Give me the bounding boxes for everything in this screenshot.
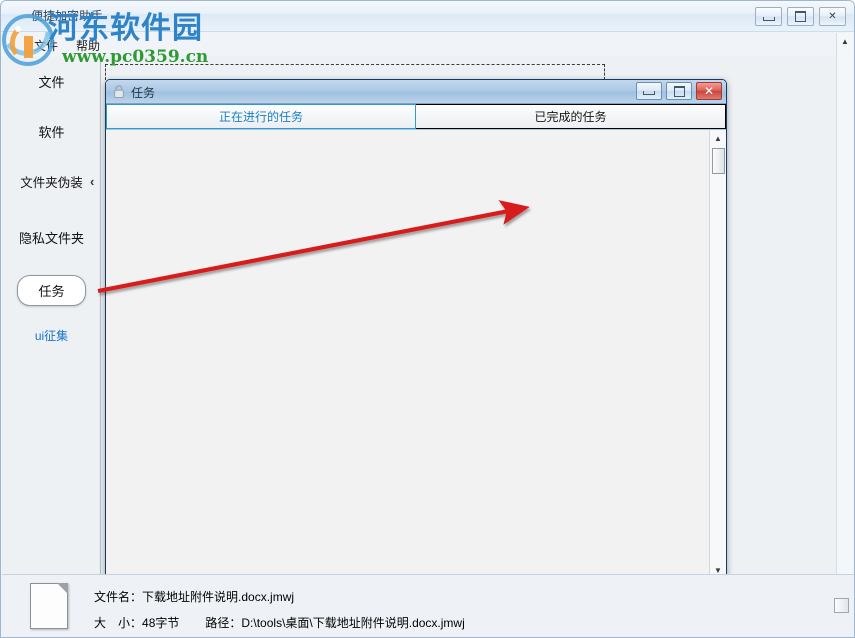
menu-bar: 文件 帮助 [1,32,855,56]
file-name-row: 文件名：下载地址附件说明.docx.jmwj [94,588,294,605]
sidebar-item-label: 隐私文件夹 [19,231,84,246]
sidebar-item-private-folder[interactable]: 隐私文件夹 [2,228,101,247]
sidebar-item-label: 任务 [17,275,85,306]
sidebar-item-tasks[interactable]: 任务 [2,275,101,306]
file-meta-row: 大 小：48字节 路径：D:\tools\桌面\下载地址附件说明.docx.jmw… [94,614,465,631]
minimize-icon [637,83,661,99]
document-icon [30,583,68,629]
tab-completed[interactable]: 已完成的任务 [416,104,726,129]
sidebar-item-label: ui征集 [35,329,68,343]
scroll-up-icon[interactable]: ▲ [710,130,726,147]
window-controls: ✕ [755,7,846,26]
file-size-label: 大 小： [94,616,142,630]
dialog-window-controls: ✕ [636,82,722,100]
sidebar: 文件 软件 文件夹伪装 隐私文件夹 任务 ui征集 ‹ [2,57,101,575]
sidebar-item-file[interactable]: 文件 [2,72,101,91]
tab-label: 正在进行的任务 [219,108,303,125]
sidebar-item-ui-collection[interactable]: ui征集 [2,327,101,344]
tab-in-progress[interactable]: 正在进行的任务 [106,104,416,129]
dialog-maximize-button[interactable] [666,82,692,100]
lock-icon [113,85,125,98]
sidebar-item-label: 文件 [38,75,64,90]
file-name-label: 文件名： [94,590,142,604]
file-size-value: 48字节 [142,616,179,630]
task-dialog: 任务 ✕ 正在进行的任务 已完成的任务 [105,79,727,579]
sidebar-item-software[interactable]: 软件 [2,122,101,141]
dialog-tabs: 正在进行的任务 已完成的任务 [106,104,726,129]
chevron-left-icon: ‹ [90,174,94,189]
close-icon: ✕ [697,83,721,99]
dialog-close-button[interactable]: ✕ [696,82,722,100]
dialog-scrollbar[interactable]: ▲ ▼ [709,130,726,579]
scroll-up-icon[interactable]: ▲ [837,33,853,50]
minimize-icon [756,8,781,25]
sidebar-item-label: 软件 [38,125,64,140]
title-bar: 便捷加密助手 ✕ [1,1,855,32]
maximize-icon [667,83,691,99]
main-scrollbar[interactable]: ▲ ▼ [836,33,853,638]
file-path-value: D:\tools\桌面\下载地址附件说明.docx.jmwj [241,616,464,630]
sidebar-item-folder-disguise[interactable]: 文件夹伪装 [2,172,101,191]
application-window: 便捷加密助手 ✕ 文件 帮助 文件 软件 文件夹伪装 隐私文件夹 [0,0,855,638]
status-bar: 文件名：下载地址附件说明.docx.jmwj 大 小：48字节 路径：D:\too… [2,574,855,637]
dialog-minimize-button[interactable] [636,82,662,100]
status-scroll-thumb[interactable] [834,598,849,613]
minimize-button[interactable] [755,7,782,26]
menu-item-help[interactable]: 帮助 [71,35,105,56]
dialog-body: ▲ ▼ [106,129,726,578]
maximize-button[interactable] [787,7,814,26]
close-button[interactable]: ✕ [819,7,846,26]
close-icon: ✕ [820,8,845,25]
file-name-value: 下载地址附件说明.docx.jmwj [142,590,294,604]
file-path-label: 路径： [205,616,241,630]
task-list[interactable] [106,130,709,578]
sidebar-item-label: 文件夹伪装 [20,176,83,190]
dialog-title-bar: 任务 ✕ [106,80,726,104]
scrollbar-thumb[interactable] [712,148,725,174]
focus-outline [105,64,605,80]
menu-item-file[interactable]: 文件 [29,35,63,56]
dialog-title: 任务 [131,84,155,101]
maximize-icon [788,8,813,25]
tab-label: 已完成的任务 [534,108,606,125]
window-title: 便捷加密助手 [31,7,103,24]
file-size-group: 大 小：48字节 [94,616,179,630]
